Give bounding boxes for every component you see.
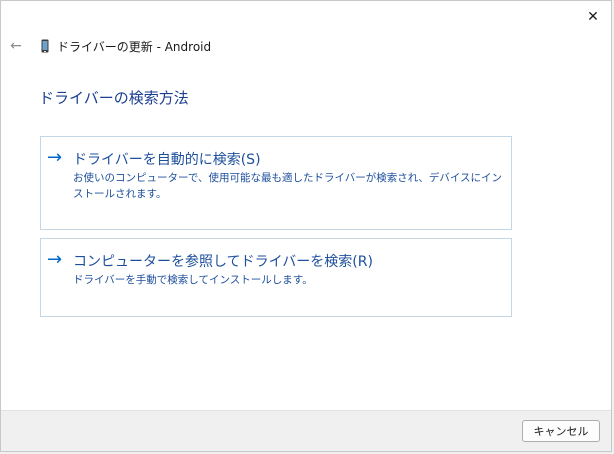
back-arrow-icon: ← [10,38,22,54]
close-button[interactable]: ✕ [583,7,603,27]
right-arrow-icon: → [47,147,63,168]
auto-search-option[interactable]: → ドライバーを自動的に検索(S) お使いのコンピューターで、使用可能な最も適し… [40,136,512,230]
option-title: コンピューターを参照してドライバーを検索(R) [73,254,373,270]
dialog-footer: キャンセル [1,410,611,451]
update-driver-dialog: ✕ ← ドライバーの更新 - Android ドライバーの検索方法 → ドライバ… [0,0,612,452]
option-description: お使いのコンピューターで、使用可能な最も適したドライバーが検索され、デバイスにイ… [73,172,503,200]
option-title: ドライバーを自動的に検索(S) [73,152,261,168]
window-title: ドライバーの更新 - Android [57,40,212,54]
android-phone-icon [41,39,49,53]
browse-computer-option[interactable]: → コンピューターを参照してドライバーを検索(R) ドライバーを手動で検索してイ… [40,238,512,317]
back-button[interactable]: ← [7,37,25,55]
option-description: ドライバーを手動で検索してインストールします。 [73,274,313,286]
cancel-button[interactable]: キャンセル [522,420,600,442]
page-heading: ドライバーの検索方法 [39,89,189,107]
close-icon: ✕ [587,9,599,25]
right-arrow-icon: → [47,249,63,270]
